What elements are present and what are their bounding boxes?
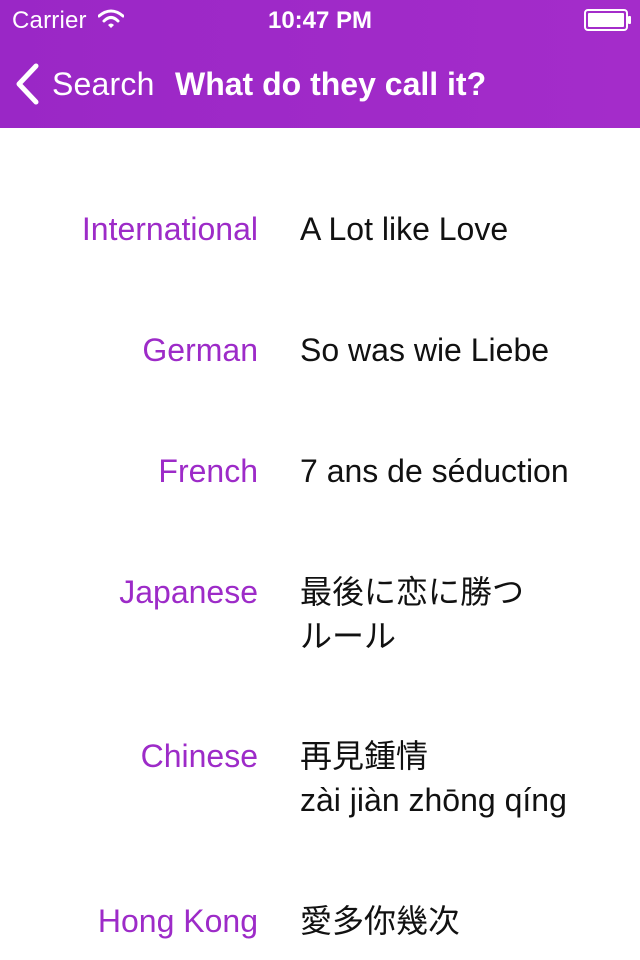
region-label: Chinese	[140, 738, 258, 774]
movie-title-line: ルール	[300, 618, 397, 654]
movie-title-line: zài jiàn zhōng qíng	[300, 782, 567, 818]
back-button-label: Search	[52, 65, 155, 102]
chevron-left-icon	[16, 63, 39, 105]
movie-title: 最後に恋に勝つ ルール	[300, 571, 630, 657]
region-label: German	[142, 332, 258, 368]
navigation-bar: Search What do they call it?	[0, 40, 640, 128]
battery-icon	[584, 9, 631, 31]
movie-title-line: So was wie Liebe	[300, 332, 550, 368]
movie-title: 愛多你幾次	[300, 900, 630, 942]
region-label: Hong Kong	[97, 903, 258, 939]
movie-title-line: A Lot like Love	[300, 211, 509, 247]
movie-title: 再見鍾情 zài jiàn zhōng qíng	[300, 735, 630, 821]
region-label: French	[158, 453, 258, 489]
movie-title: 7 ans de séduction	[300, 450, 630, 492]
movie-title-line: 再見鍾情	[300, 738, 429, 774]
status-bar: Carrier 10:47 PM	[0, 0, 640, 40]
movie-title-line: 愛多你幾次	[300, 903, 461, 939]
region-label: International	[81, 211, 258, 247]
movie-title: A Lot like Love	[300, 208, 630, 250]
clock: 10:47 PM	[267, 7, 373, 34]
movie-title-line: 最後に恋に勝つ	[300, 574, 525, 610]
region-label: Japanese	[119, 574, 258, 610]
movie-title: So was wie Liebe	[300, 329, 630, 371]
movie-title-line: 7 ans de séduction	[300, 453, 569, 489]
back-button[interactable]: Search	[14, 60, 155, 108]
page-title: What do they call it?	[175, 66, 487, 102]
header: Carrier 10:47 PM Search What do they cal…	[0, 0, 640, 128]
title-list: International A Lot like Love German So …	[0, 128, 640, 960]
